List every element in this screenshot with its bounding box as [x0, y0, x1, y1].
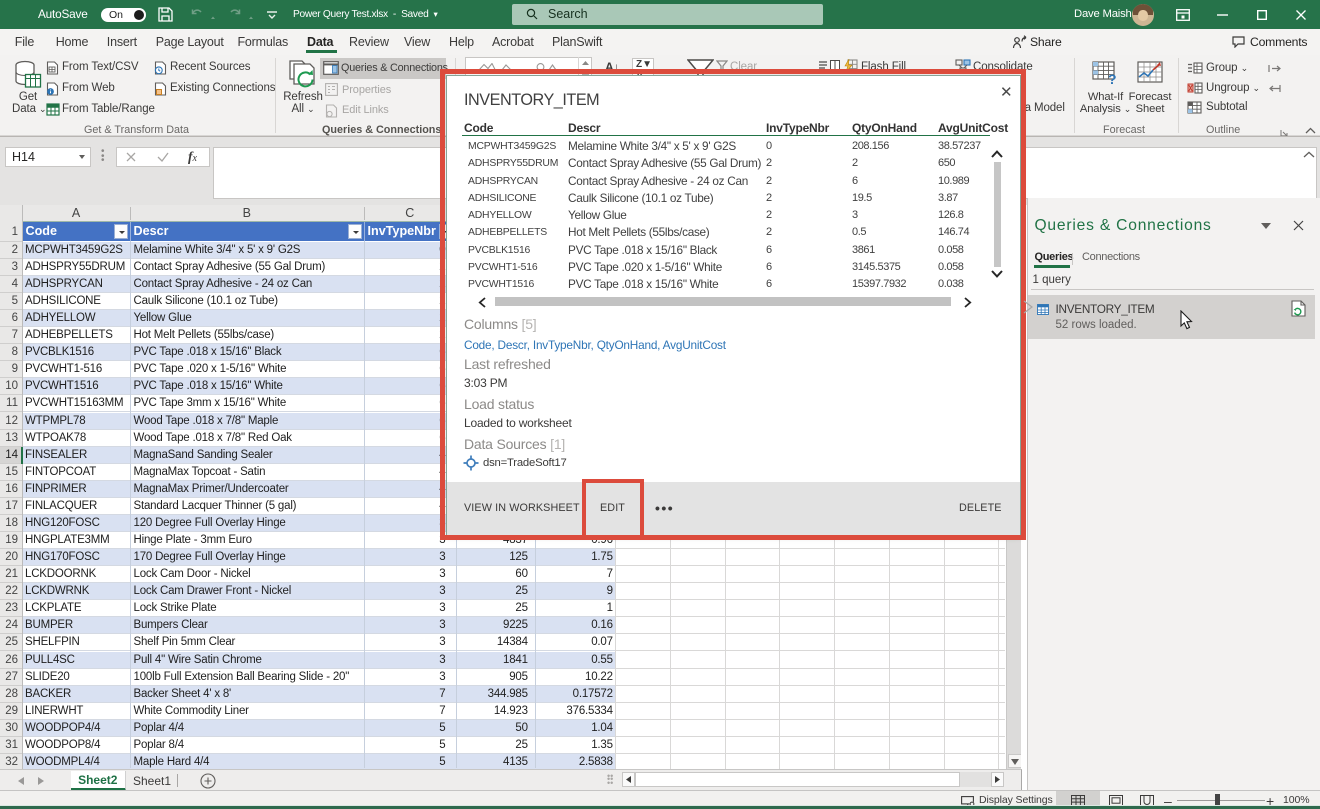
svg-text:?: ? [1108, 71, 1117, 85]
